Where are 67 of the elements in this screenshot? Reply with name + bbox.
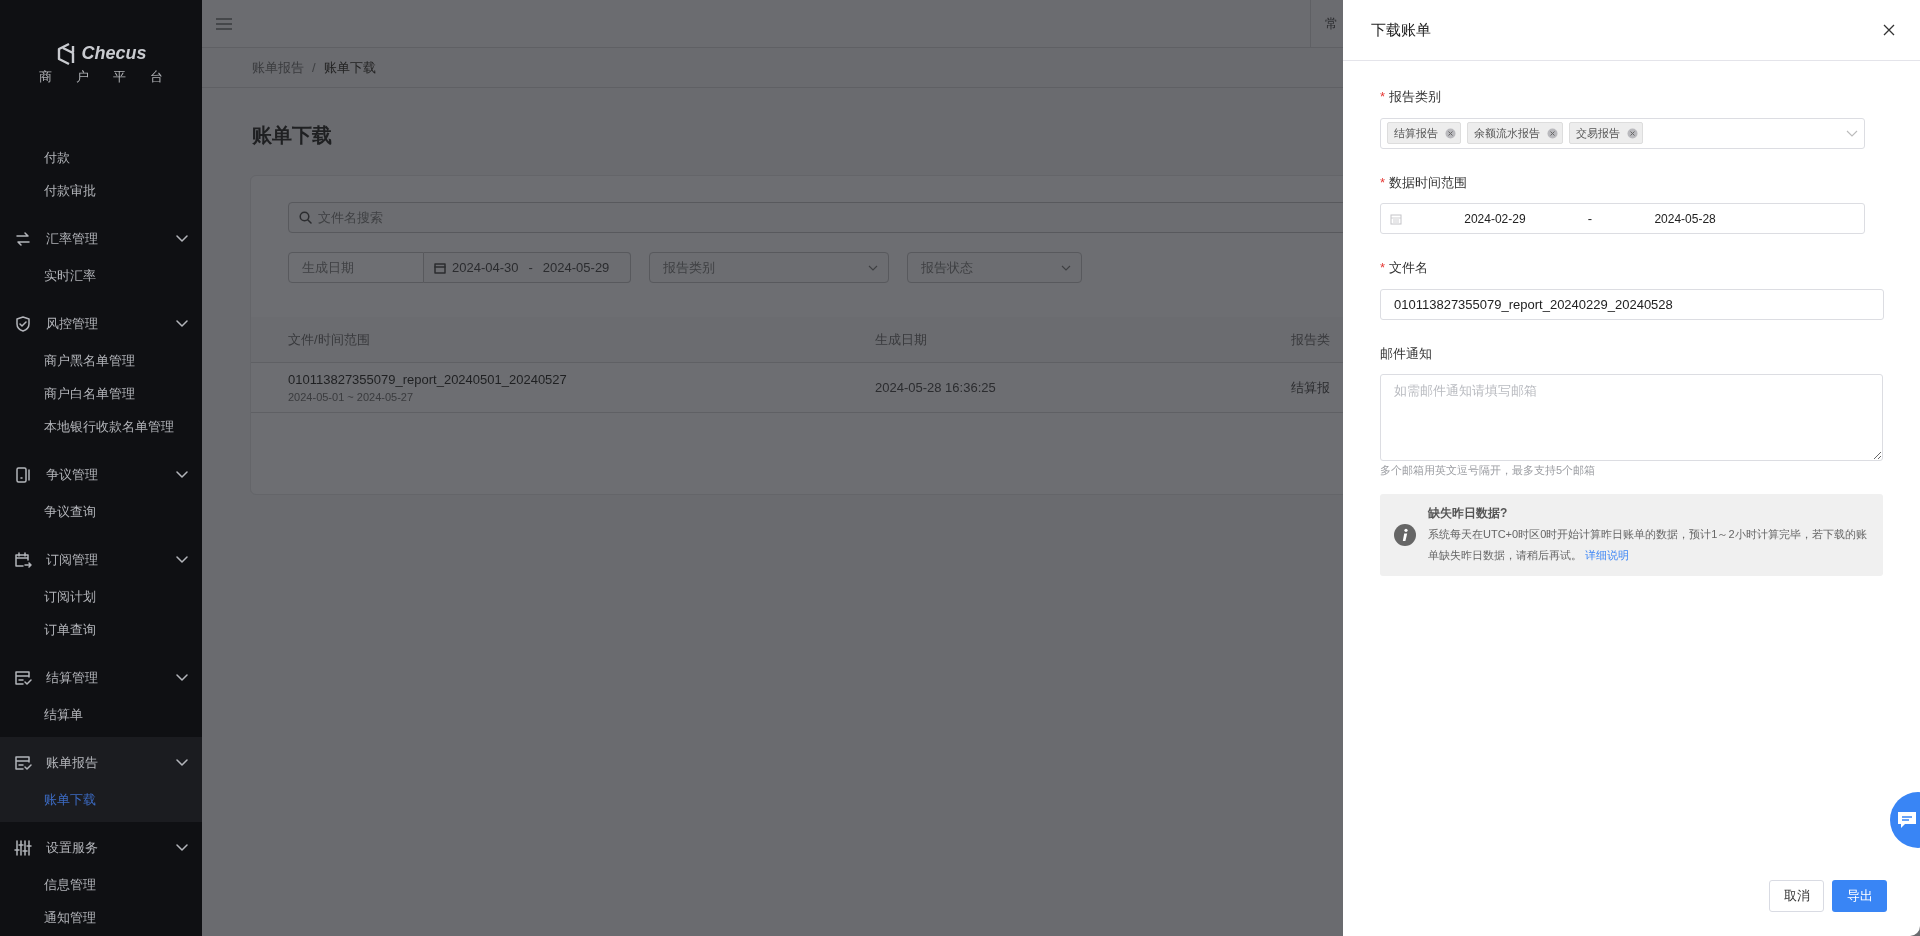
chevron-down-icon [1061,264,1071,271]
page-title: 账单下载 [252,123,332,147]
menu-item[interactable]: 本地银行收款名单管理 [0,410,202,443]
calendar-icon [1390,212,1402,225]
phone-icon [14,466,32,484]
close-button[interactable] [1882,23,1896,37]
exchange-arrows-icon [14,230,32,248]
tag-chip: 结算报告 [1387,122,1461,144]
notice-text: 系统每天在UTC+0时区0时开始计算昨日账单的数据，预计1～2小时计算完毕，若下载的账单缺失昨日数据，请稍后再试。 详细说明 [1428,526,1868,563]
export-button[interactable]: 导出 [1832,880,1887,912]
required-mark: * [1380,174,1386,190]
menu-item[interactable]: 信息管理 [0,868,202,901]
tag-select-field[interactable]: 结算报告 余额流水报告 交易报告 [1380,117,1865,149]
table-cell: 结算报 [1291,379,1330,395]
menu-item[interactable]: 订单查询 [0,613,202,646]
logo-subtitle: 商户平台 [39,68,187,86]
bill-check-icon [14,754,32,772]
breadcrumb-separator: / [312,58,316,77]
menu-group-header[interactable]: 汇率管理 [0,219,202,259]
calendar-icon [14,551,32,569]
sliders-icon [14,839,32,857]
drawer-title: 下载账单 [1371,19,1431,40]
file-name: 010113827355079_report_20240501_20240527 [288,370,567,389]
menu-item[interactable]: 商户黑名单管理 [0,344,202,377]
notice-title: 缺失昨日数据? [1428,504,1509,522]
field-label-text: 报告类别 [1389,89,1442,104]
table-cell: 2024-05-28 16:36:25 [875,379,996,395]
menu-item[interactable]: 结算单 [0,698,202,731]
calendar-icon [434,261,446,274]
remove-tag-icon[interactable] [1627,127,1638,139]
menu-group-header[interactable]: 争议管理 [0,455,202,495]
menu-item[interactable]: 实时汇率 [0,259,202,292]
menu-group-header[interactable]: 订阅管理 [0,540,202,580]
menu-group-header[interactable]: 账单报告 [0,743,202,783]
email-field[interactable]: 如需邮件通知请填写邮箱 [1380,374,1883,461]
field-label-text: 数据时间范围 [1389,174,1468,190]
field-label-text: 邮件通知 [1380,345,1432,361]
menu-item[interactable]: 订阅计划 [0,580,202,613]
remove-tag-icon[interactable] [1445,127,1456,139]
info-icon [1394,523,1416,546]
required-mark: * [1380,260,1386,275]
chevron-down-icon [1846,129,1858,137]
menu-item[interactable]: 付款审批 [0,174,202,207]
chat-bubble-icon [1896,810,1918,831]
logo-text: Checus [81,42,147,65]
menu-item[interactable]: 付款 [0,141,202,174]
cancel-button[interactable]: 取消 [1769,880,1824,912]
field-label-text: 文件名 [1389,260,1429,275]
close-icon [1883,24,1895,36]
menu-group-header[interactable]: 结算管理 [0,658,202,698]
menu-item[interactable]: 争议查询 [0,495,202,528]
menu-item[interactable]: 商户白名单管理 [0,377,202,410]
menu-item[interactable]: 通知管理 [0,901,202,934]
date-range-field[interactable]: 2024-02-29 - 2024-05-28 [1380,203,1865,234]
menu-group-header[interactable]: 设置服务 [0,828,202,868]
shield-icon [14,315,32,333]
tag-chip: 交易报告 [1569,122,1643,144]
required-mark: * [1380,89,1386,104]
file-name-field[interactable]: 010113827355079_report_20240229_20240528 [1380,288,1884,320]
remove-tag-icon[interactable] [1547,127,1558,139]
breadcrumb-item: 账单下载 [323,58,376,77]
chevron-down-icon [868,264,878,271]
field-hint: 多个邮箱用英文逗号隔开，最多支持5个邮箱 [1380,463,1597,478]
tag-chip: 余额流水报告 [1467,122,1563,144]
menu-group-header[interactable]: 风控管理 [0,304,202,344]
search-icon [299,211,312,224]
bill-check-icon [14,669,32,687]
